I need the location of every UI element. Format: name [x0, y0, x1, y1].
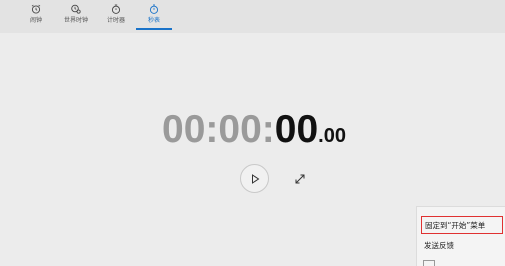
timer-icon: [111, 4, 121, 14]
stopwatch-icon: [149, 4, 159, 14]
tab-stopwatch-label: 秒表: [147, 17, 160, 24]
pin-to-start-menu-item[interactable]: 固定到“开始”菜单: [421, 216, 503, 234]
play-icon: [252, 174, 260, 184]
context-menu: 固定到“开始”菜单 发送反馈: [416, 206, 505, 266]
send-feedback-label: 发送反馈: [424, 241, 454, 250]
stopwatch-seconds: 00: [274, 108, 319, 151]
tab-alarm[interactable]: 闹钟: [14, 4, 58, 30]
stopwatch-display: 00:00:00.00: [162, 108, 346, 160]
stopwatch-separator: :: [261, 108, 275, 151]
tab-world-clock[interactable]: 世界时钟: [54, 4, 98, 30]
expand-icon: [295, 174, 305, 184]
tab-stopwatch[interactable]: 秒表: [132, 4, 176, 30]
stopwatch-minutes: 00: [218, 108, 262, 151]
active-tab-indicator: [136, 28, 172, 30]
alarm-clock-icon: [31, 4, 41, 14]
tab-alarm-label: 闹钟: [29, 17, 42, 24]
stopwatch-hours: 00: [162, 108, 206, 151]
world-clock-icon: [71, 4, 81, 14]
expand-button[interactable]: [292, 171, 308, 187]
send-feedback-menu-item[interactable]: 发送反馈: [421, 237, 503, 255]
pin-to-start-label: 固定到“开始”菜单: [425, 221, 486, 230]
taskbar-icon: [423, 260, 435, 266]
tab-world-clock-label: 世界时钟: [63, 17, 88, 24]
stopwatch-separator: :: [205, 108, 219, 151]
stopwatch-centiseconds: .00: [318, 125, 346, 147]
tab-bar: 闹钟 世界时钟 计时器 秒表: [0, 0, 505, 33]
start-button[interactable]: [240, 164, 269, 193]
